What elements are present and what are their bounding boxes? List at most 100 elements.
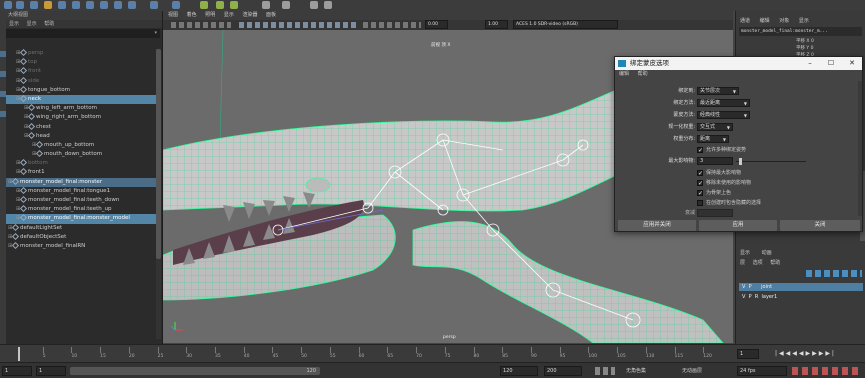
attr-translate-x[interactable]: 平移 X 0 (736, 38, 865, 45)
channel-tab-channels[interactable]: 通道 (740, 18, 750, 24)
lasso-icon[interactable] (0, 71, 6, 77)
outliner-scrollbar[interactable] (156, 49, 161, 339)
move-tool-icon[interactable] (30, 1, 38, 9)
cone-icon[interactable] (128, 1, 136, 9)
outliner-menu-show[interactable]: 显示 (27, 21, 37, 27)
layer-reference-toggle[interactable]: R (755, 294, 758, 300)
layer-menu-help[interactable]: 帮助 (770, 260, 780, 266)
outliner-item[interactable]: ⊞ neck (0, 94, 156, 105)
color-skeleton-checkbox[interactable]: ✓ (697, 190, 703, 197)
color-space-dropdown[interactable]: ACES 1.0 SDR-video (sRGB) (513, 20, 618, 29)
allow-multiple-bind-checkbox[interactable]: ✓ (697, 147, 703, 154)
status-icons[interactable] (792, 367, 862, 375)
range-slider[interactable]: 120 (70, 367, 320, 375)
outliner-item[interactable]: ⊞ chest (0, 122, 156, 132)
minimize-icon[interactable]: – (800, 57, 820, 70)
channel-tab-object[interactable]: 对象 (779, 18, 789, 24)
outliner-search-input[interactable]: ▾ (2, 29, 160, 38)
layer-visible-toggle[interactable]: V (742, 294, 745, 300)
weight-distribution-dropdown[interactable]: 距离 ▼ (697, 135, 729, 143)
current-frame-field[interactable]: 1 (737, 349, 759, 359)
max-influence-slider-handle[interactable] (739, 158, 742, 165)
snap-tool-icon[interactable] (72, 1, 80, 9)
viewport-menu-show[interactable]: 显示 (224, 12, 234, 18)
move-icon[interactable] (0, 111, 6, 117)
cube-icon[interactable] (100, 1, 108, 9)
outliner-menu-display[interactable]: 显示 (9, 21, 19, 27)
layer-buttons[interactable] (806, 270, 862, 277)
dialog-menu-help[interactable]: 帮助 (638, 71, 648, 77)
remove-unused-checkbox[interactable]: ✓ (697, 180, 703, 187)
hypershade-icon[interactable] (324, 1, 332, 9)
render-settings-icon[interactable] (310, 1, 318, 9)
bind-method-dropdown[interactable]: 最近距离 ▼ (697, 99, 750, 107)
paint-weights-icon[interactable] (262, 1, 270, 9)
outliner-item[interactable]: ⊞ wing_left_arm_bottom (0, 104, 156, 113)
viewport-menu-panels[interactable]: 面板 (266, 12, 276, 18)
outliner-scroll-thumb[interactable] (156, 49, 161, 259)
range-icons[interactable] (595, 367, 615, 375)
joint-tool-icon[interactable] (200, 1, 208, 9)
viewport-menu-lighting[interactable]: 照明 (205, 12, 215, 18)
scale-tool-icon[interactable] (58, 1, 66, 9)
lasso-tool-icon[interactable] (16, 1, 24, 9)
layer-visible-toggle[interactable]: V (742, 284, 745, 290)
playback-end-field[interactable]: 120 (500, 366, 538, 376)
ik-handle-icon[interactable] (216, 1, 224, 9)
viewport-menu-shading[interactable]: 着色 (187, 12, 197, 18)
layer-row-layer1[interactable]: V P R layer1 (739, 293, 863, 301)
torus-icon[interactable] (172, 1, 180, 9)
outliner-item[interactable]: ⊞ front1 (0, 168, 156, 177)
playback-controls[interactable]: |◀◀◀◀▶▶▶▶| (775, 350, 861, 358)
max-influence-field[interactable]: 3 (697, 157, 733, 165)
outliner-item[interactable]: ⊞ tongue_bottom (0, 85, 156, 95)
layer-row-joint[interactable]: V P joint (739, 283, 863, 291)
outliner-item[interactable]: ⊞ monster_model_finalRN (0, 241, 156, 251)
bind-to-dropdown[interactable]: 关节层次 ▼ (697, 87, 739, 95)
maximize-icon[interactable]: ☐ (821, 57, 841, 70)
rotate-tool-icon[interactable] (44, 1, 52, 9)
viewport-icons-right[interactable] (363, 22, 421, 28)
dialog-scrollbar[interactable] (858, 81, 862, 216)
search-dropdown-icon[interactable]: ▾ (154, 30, 157, 36)
normalize-dropdown[interactable]: 交互式 ▼ (697, 123, 733, 131)
outliner-item[interactable]: ⊞ monster_model_final:teeth_down (0, 195, 156, 205)
outliner-item[interactable]: ⊞ side (0, 76, 156, 86)
skin-method-dropdown[interactable]: 经典线性 ▼ (697, 111, 750, 119)
time-slider[interactable]: 5 10 15 20 25 30 35 40 45 50 55 60 65 70 75 80 85 90 95 100… (0, 344, 865, 362)
sphere-icon[interactable] (86, 1, 94, 9)
animation-layer-label[interactable]: 无动画层 (682, 367, 702, 374)
playback-start-field[interactable]: 1 (36, 366, 66, 376)
close-button[interactable]: 关闭 (780, 220, 860, 231)
paint-icon[interactable] (0, 91, 6, 97)
bind-skin-icon[interactable] (230, 1, 238, 9)
layer-menu-options[interactable]: 选项 (753, 260, 763, 266)
include-hidden-checkbox[interactable] (697, 200, 703, 206)
layer-playback-toggle[interactable]: P (749, 284, 752, 290)
viewport-menu-renderer[interactable]: 渲染器 (242, 12, 257, 18)
close-icon[interactable]: ✕ (842, 57, 862, 70)
animation-end-field[interactable]: 200 (544, 366, 582, 376)
layer-menu-layers[interactable]: 层 (740, 260, 745, 266)
attr-translate-y[interactable]: 平移 Y 0 (736, 45, 865, 52)
start-time-field[interactable]: 1 (2, 366, 32, 376)
outliner-item[interactable]: ⊞ defaultObjectSet (0, 232, 156, 242)
current-time-marker[interactable] (18, 347, 20, 361)
outliner-item[interactable]: ⊞ persp (0, 48, 156, 58)
apply-button[interactable]: 应用 (699, 220, 777, 231)
outliner-menu-help[interactable]: 帮助 (44, 21, 54, 27)
maintain-max-checkbox[interactable]: ✓ (697, 170, 703, 177)
outliner-item[interactable]: ⊞ front (0, 67, 156, 76)
falloff-dropdown[interactable] (697, 209, 733, 217)
outliner-item[interactable]: ⊞ head (0, 131, 156, 141)
render-icon[interactable] (282, 1, 290, 9)
fps-dropdown[interactable]: 24 fps (737, 366, 787, 376)
viewport-menu-view[interactable]: 视图 (168, 12, 178, 18)
viewport-icons-left[interactable] (171, 22, 231, 28)
layer-playback-toggle[interactable]: P (749, 294, 752, 300)
exposure-field[interactable]: 0.00 (425, 20, 448, 29)
max-influence-slider[interactable] (736, 161, 806, 162)
selected-object-name[interactable]: monster_model_final:monster_m... (739, 27, 862, 36)
layer-tab-display[interactable]: 显示 (740, 250, 750, 256)
dialog-menu-edit[interactable]: 编辑 (619, 71, 629, 77)
